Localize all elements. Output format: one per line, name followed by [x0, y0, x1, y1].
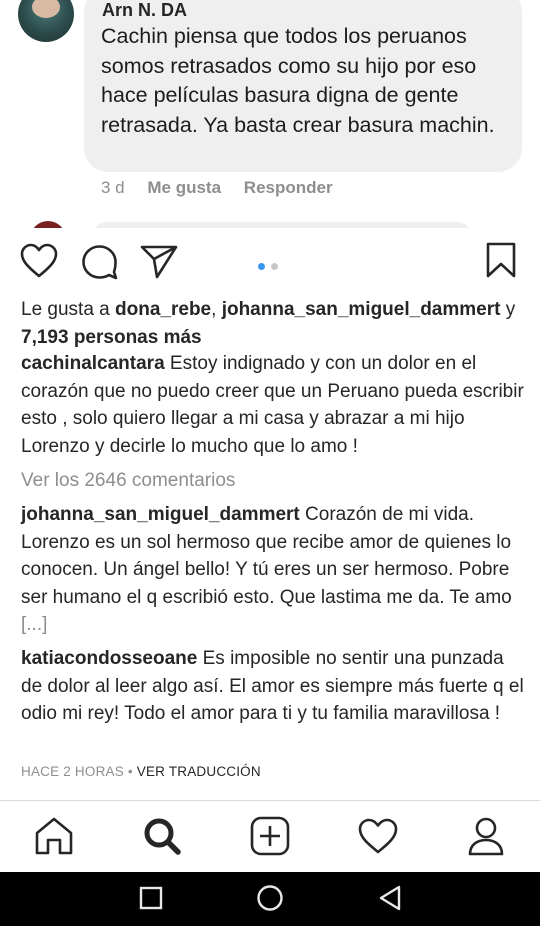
likes-conjunction: y [500, 299, 516, 320]
view-all-comments-link[interactable]: Ver los 2646 comentarios [21, 470, 235, 492]
comment-time: 3 d [101, 178, 125, 197]
next-comment-bubble [92, 222, 472, 228]
profile-icon[interactable] [465, 815, 507, 857]
comment-item: johanna_san_miguel_dammert Corazón de mi… [21, 501, 526, 639]
timestamp-separator: • [123, 764, 137, 779]
search-icon[interactable] [141, 815, 183, 857]
comment-username[interactable]: katiacondosseoane [21, 648, 197, 669]
caption-username[interactable]: cachinalcantara [21, 353, 165, 374]
post-caption: cachinalcantara Estoy indignado y con un… [21, 350, 526, 460]
carousel-indicator [258, 257, 284, 275]
new-post-icon[interactable] [249, 815, 291, 857]
comment-like-label: Me gusta [147, 178, 222, 197]
likes-separator: , [211, 299, 222, 320]
see-translation-link[interactable]: VER TRADUCCIÓN [137, 764, 261, 779]
bottom-navigation [0, 801, 540, 872]
recents-icon[interactable] [138, 885, 164, 916]
activity-icon[interactable] [357, 815, 399, 857]
comment-meta: 3 d Me gusta Responder [101, 178, 351, 198]
next-comment-avatar [30, 221, 66, 228]
comment-bubble-icon[interactable] [81, 244, 119, 285]
like-heart-icon[interactable] [20, 243, 58, 284]
comment-username[interactable]: johanna_san_miguel_dammert [21, 504, 300, 525]
embedded-comment-image: Arn N. DA Cachin piensa que todos los pe… [0, 0, 540, 228]
system-navigation-bar [0, 872, 540, 926]
save-bookmark-icon[interactable] [486, 242, 516, 283]
commenter-avatar [18, 0, 74, 42]
comment-more-link[interactable]: [...] [21, 614, 47, 635]
carousel-dot-active [258, 263, 265, 270]
comment-item: katiacondosseoane Es imposible no sentir… [21, 645, 526, 728]
home-icon[interactable] [33, 815, 75, 857]
comment-author: Arn N. DA [102, 0, 187, 20]
share-send-icon[interactable] [140, 245, 178, 284]
post-timestamp: HACE 2 HORAS [21, 764, 124, 779]
likes-count-link[interactable]: 7,193 personas más [21, 327, 202, 348]
liker-username[interactable]: johanna_san_miguel_dammert [222, 299, 501, 320]
comment-reply-label: Responder [243, 178, 333, 197]
liker-username[interactable]: dona_rebe [115, 299, 211, 320]
likes-prefix: Le gusta a [21, 299, 116, 320]
post-timestamp-line: HACE 2 HORAS • VER TRADUCCIÓN [21, 764, 261, 779]
carousel-dot [271, 263, 278, 270]
back-icon[interactable] [377, 884, 403, 917]
home-circle-icon[interactable] [256, 884, 284, 917]
comment-text: Cachin piensa que todos los peruanos som… [101, 24, 495, 137]
likes-line: Le gusta a dona_rebe, johanna_san_miguel… [21, 296, 526, 351]
